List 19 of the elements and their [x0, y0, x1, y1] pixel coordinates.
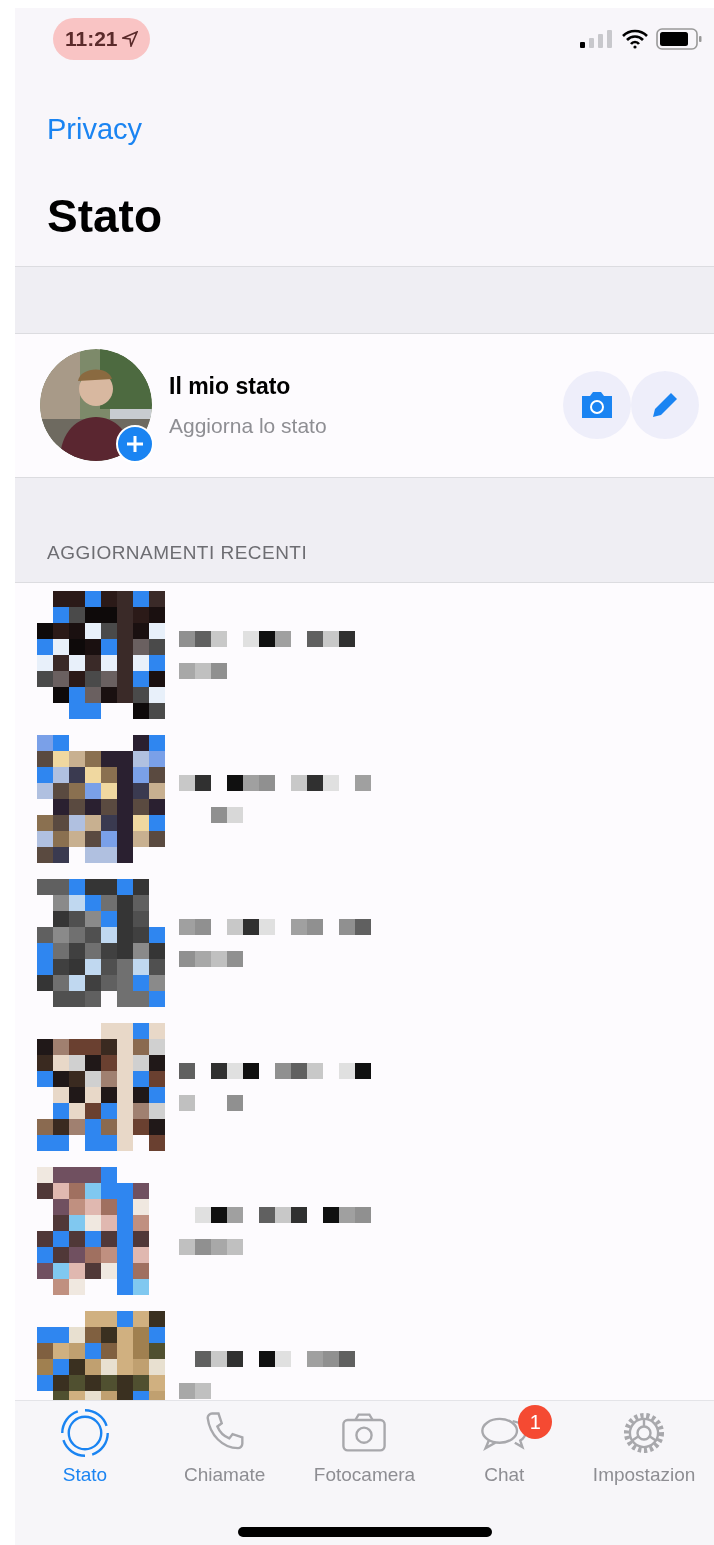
tab-bar-item[interactable]: Stato [15, 1407, 155, 1490]
tab-bar-item[interactable]: Chiamate [154, 1407, 295, 1490]
battery-icon [656, 28, 702, 50]
status-icon [58, 1407, 111, 1459]
clock-time: 11:21 [65, 26, 118, 53]
notification-badge: 1 [518, 1405, 553, 1439]
section-header: AGGIORNAMENTI RECENTI [47, 541, 308, 565]
camera-icon [579, 390, 615, 420]
tab-bar-item[interactable]: Impostazion [574, 1407, 714, 1490]
tab-bar-item[interactable]: Chat 1 [434, 1407, 575, 1490]
signal-icon [580, 29, 614, 49]
my-status-title: Il mio stato [169, 372, 292, 401]
back-link[interactable]: Privacy [47, 115, 143, 144]
wifi-icon [622, 29, 648, 49]
location-arrow-icon [121, 31, 138, 47]
my-status-subtitle: Aggiorna lo stato [169, 412, 328, 439]
tab-bar-item[interactable]: Fotocamera [294, 1407, 435, 1490]
add-status-icon[interactable] [116, 425, 154, 463]
page-title: Stato [47, 189, 163, 244]
